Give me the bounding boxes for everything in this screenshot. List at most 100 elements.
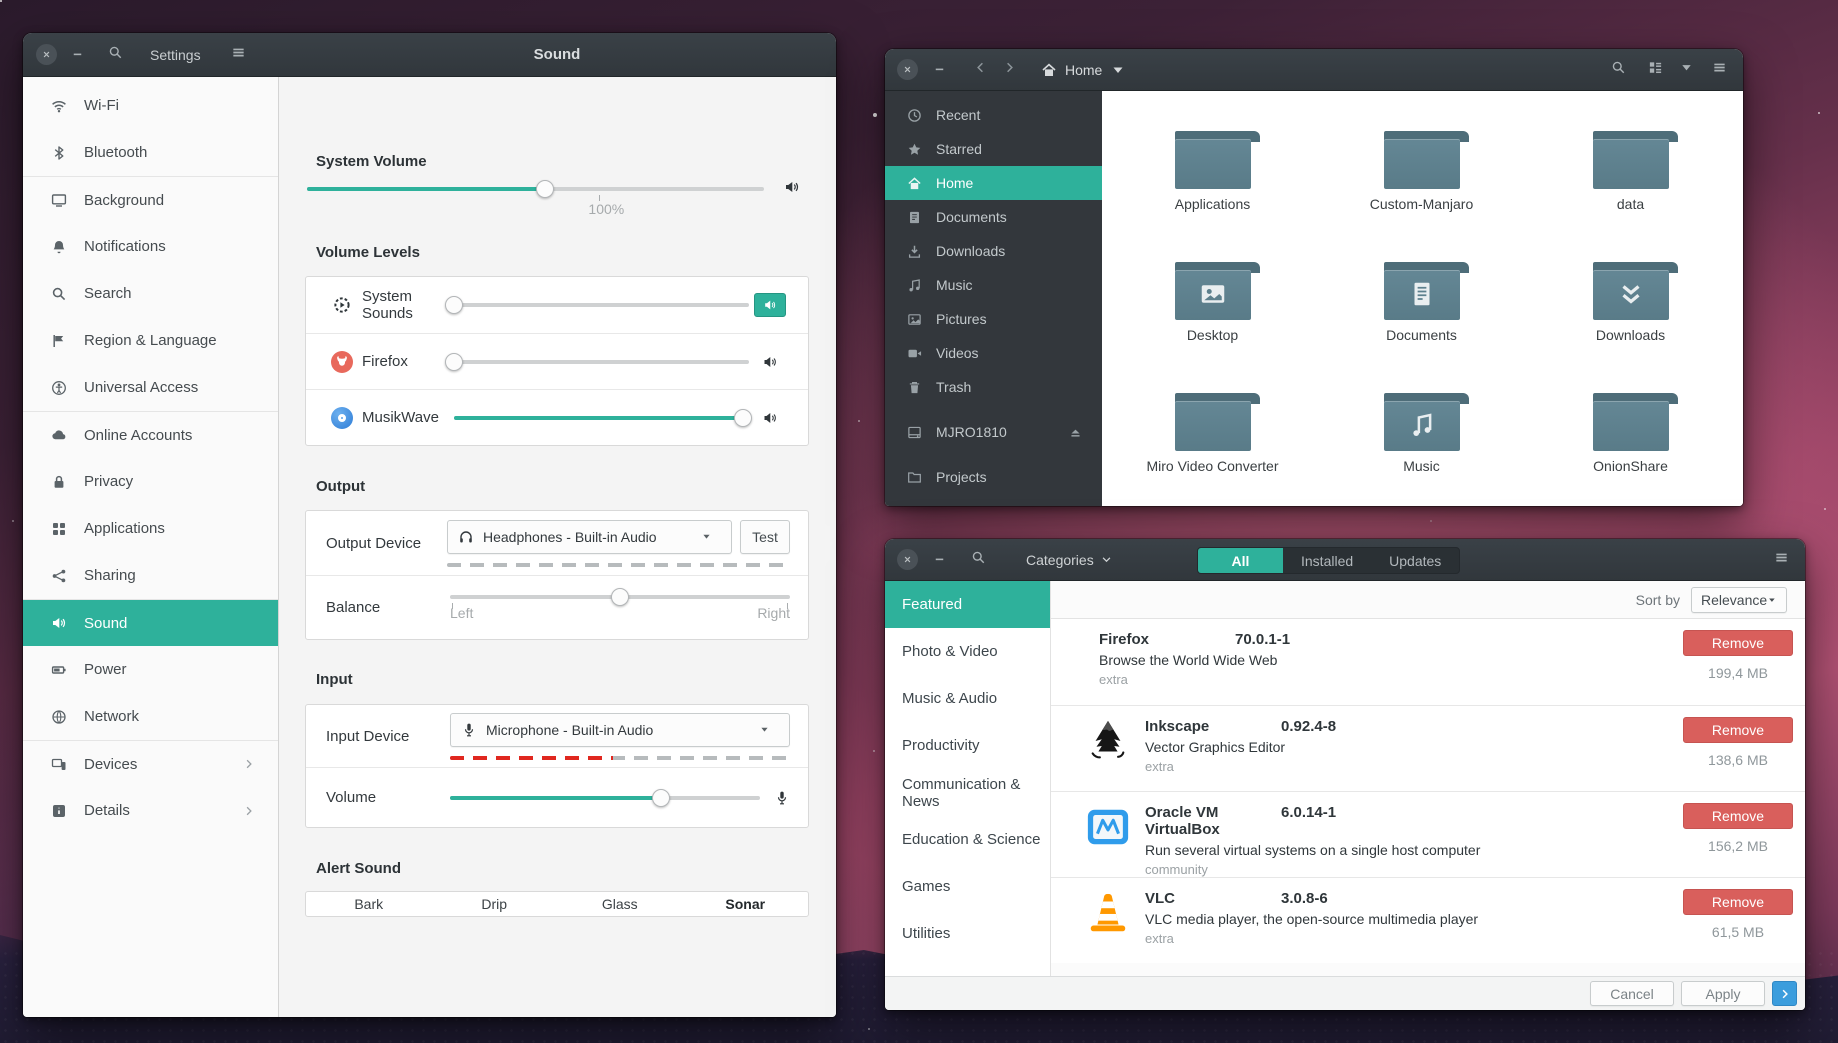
categories-dropdown-button[interactable]: Categories [1026, 552, 1112, 568]
sidebar-item-universal-access[interactable]: Universal Access [23, 364, 278, 411]
sidebar-item-network[interactable]: Network [23, 693, 278, 740]
view-mode-button[interactable] [1648, 60, 1663, 80]
sidebar-item-trash[interactable]: Trash [885, 370, 1102, 404]
test-speakers-button[interactable]: Test [740, 520, 790, 554]
slider-handle[interactable] [734, 409, 752, 427]
sidebar-item-videos[interactable]: Videos [885, 336, 1102, 370]
location-button[interactable]: Home [1041, 62, 1126, 78]
category-education-science[interactable]: Education & Science [885, 816, 1050, 863]
sidebar-item-label: Universal Access [84, 379, 198, 396]
minimize-button[interactable] [70, 45, 85, 65]
sidebar-item-notifications[interactable]: Notifications [23, 223, 278, 270]
slider-handle[interactable] [445, 296, 463, 314]
sidebar-item-search[interactable]: Search [23, 270, 278, 317]
sort-dropdown-button[interactable]: Relevance [1691, 587, 1787, 613]
category-music-audio[interactable]: Music & Audio [885, 675, 1050, 722]
folder-item-desktop[interactable]: Desktop [1108, 257, 1317, 388]
close-button[interactable] [897, 59, 918, 80]
sidebar-item-mjro1810[interactable]: MJRO1810 [885, 415, 1102, 449]
applications-icon [50, 521, 68, 537]
tab-installed[interactable]: Installed [1283, 548, 1371, 573]
sidebar-item-power[interactable]: Power [23, 646, 278, 693]
folder-item-custom-manjaro[interactable]: Custom-Manjaro [1317, 126, 1526, 257]
remove-button[interactable]: Remove [1683, 630, 1793, 656]
input-volume-slider[interactable] [450, 796, 760, 800]
category-utilities[interactable]: Utilities [885, 910, 1050, 957]
sidebar-item-privacy[interactable]: Privacy [23, 458, 278, 505]
cancel-button[interactable]: Cancel [1590, 981, 1674, 1006]
folder-item-documents[interactable]: Documents [1317, 257, 1526, 388]
alert-option-bark[interactable]: Bark [306, 896, 432, 912]
hamburger-menu-button[interactable] [1774, 550, 1789, 570]
search-button[interactable] [971, 550, 986, 570]
remove-button[interactable]: Remove [1683, 717, 1793, 743]
forward-button[interactable] [1002, 60, 1017, 80]
sidebar-item-region-language[interactable]: Region & Language [23, 317, 278, 364]
tab-updates[interactable]: Updates [1371, 548, 1459, 573]
sidebar-item-music[interactable]: Music [885, 268, 1102, 302]
category-productivity[interactable]: Productivity [885, 722, 1050, 769]
sidebar-item-documents[interactable]: Documents [885, 200, 1102, 234]
sidebar-item-pictures[interactable]: Pictures [885, 302, 1102, 336]
sidebar-item-home[interactable]: Home [885, 166, 1102, 200]
app-volume-slider[interactable] [454, 416, 749, 420]
sidebar-item-sound[interactable]: Sound [23, 599, 278, 646]
tab-all[interactable]: All [1198, 548, 1283, 573]
next-page-button[interactable] [1772, 981, 1797, 1006]
sidebar-item-projects[interactable]: Projects [885, 460, 1102, 494]
folder-item-applications[interactable]: Applications [1108, 126, 1317, 257]
app-volume-slider[interactable] [454, 360, 749, 364]
search-button[interactable] [1611, 60, 1626, 80]
category-communication-news[interactable]: Communication & News [885, 769, 1050, 816]
slider-handle[interactable] [652, 789, 670, 807]
folder-item-downloads[interactable]: Downloads [1526, 257, 1735, 388]
minimize-button[interactable] [932, 60, 947, 80]
search-button[interactable] [108, 45, 123, 65]
remove-button[interactable]: Remove [1683, 803, 1793, 829]
sidebar-item-sharing[interactable]: Sharing [23, 552, 278, 599]
sidebar-item-devices[interactable]: Devices [23, 740, 278, 787]
slider-handle[interactable] [536, 180, 554, 198]
alert-option-glass[interactable]: Glass [557, 896, 683, 912]
sidebar-item-starred[interactable]: Starred [885, 132, 1102, 166]
folder-item-miro-video-converter[interactable]: Miro Video Converter [1108, 388, 1317, 506]
app-volume-slider[interactable] [454, 303, 749, 307]
balance-slider[interactable]: Left Right [450, 595, 790, 621]
sidebar-item-bluetooth[interactable]: Bluetooth [23, 129, 278, 176]
sidebar-item-details[interactable]: Details [23, 787, 278, 834]
sidebar-item-sync[interactable]: Sync [885, 494, 1102, 506]
apply-button[interactable]: Apply [1681, 981, 1765, 1006]
remove-button[interactable]: Remove [1683, 889, 1793, 915]
sidebar-item-background[interactable]: Background [23, 176, 278, 223]
category-photo-video[interactable]: Photo & Video [885, 628, 1050, 675]
folder-item-music[interactable]: Music [1317, 388, 1526, 506]
minimize-button[interactable] [932, 550, 947, 570]
close-button[interactable] [897, 549, 918, 570]
slider-handle[interactable] [611, 588, 629, 606]
app-menu-button[interactable]: Settings [150, 47, 201, 63]
sidebar-item-applications[interactable]: Applications [23, 505, 278, 552]
view-options-button[interactable] [1679, 60, 1694, 80]
microphone-sensitivity-icon [774, 790, 790, 806]
output-device-dropdown[interactable]: Headphones - Built-in Audio [447, 520, 732, 554]
mute-toggle-button[interactable] [754, 293, 786, 317]
hamburger-menu-button[interactable] [1712, 60, 1727, 80]
folder-item-onionshare[interactable]: OnionShare [1526, 388, 1735, 506]
eject-icon[interactable] [1067, 426, 1084, 439]
folder-item-data[interactable]: data [1526, 126, 1735, 257]
sidebar-item-online-accounts[interactable]: Online Accounts [23, 411, 278, 458]
sidebar-item-label: Notifications [84, 238, 166, 255]
input-device-dropdown[interactable]: Microphone - Built-in Audio [450, 713, 790, 747]
close-button[interactable] [36, 44, 57, 65]
hamburger-menu-button[interactable] [231, 45, 246, 65]
system-volume-slider[interactable]: 100% [307, 187, 764, 191]
sidebar-item-downloads[interactable]: Downloads [885, 234, 1102, 268]
sidebar-item-wi-fi[interactable]: Wi-Fi [23, 82, 278, 129]
category-featured[interactable]: Featured [885, 581, 1050, 628]
alert-option-drip[interactable]: Drip [432, 896, 558, 912]
slider-handle[interactable] [445, 353, 463, 371]
back-button[interactable] [973, 60, 988, 80]
sidebar-item-recent[interactable]: Recent [885, 98, 1102, 132]
category-games[interactable]: Games [885, 863, 1050, 910]
alert-option-sonar[interactable]: Sonar [683, 896, 809, 912]
